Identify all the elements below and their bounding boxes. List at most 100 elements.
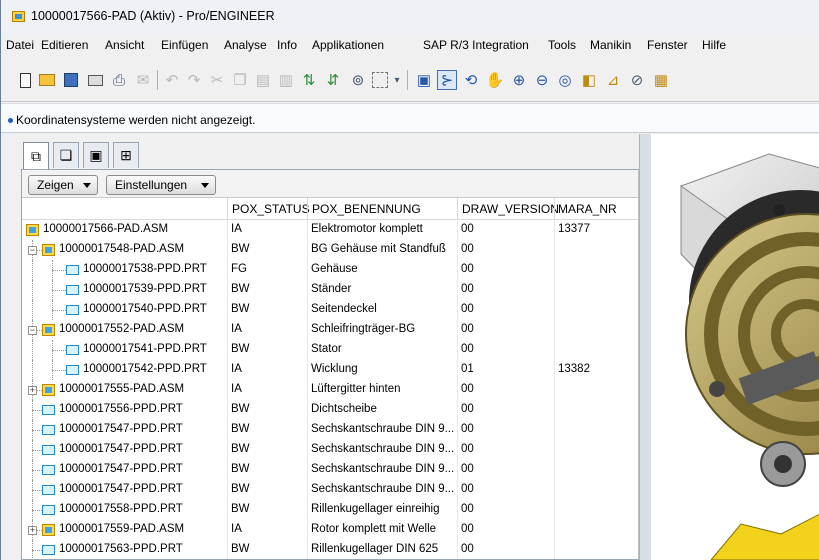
new-icon[interactable] xyxy=(15,70,35,90)
table-row[interactable]: +10000017555-PAD.ASM IA Lüftergitter hinte… xyxy=(22,380,638,400)
row-name: 10000017566-PAD.ASM xyxy=(43,223,169,235)
redo-icon[interactable]: ↷ xyxy=(184,70,204,90)
row-draw-version: 00 xyxy=(461,423,474,435)
panel-splitter[interactable] xyxy=(639,134,651,560)
menu-manikin[interactable]: Manikin xyxy=(590,38,631,52)
table-row[interactable]: +10000017559-PAD.ASM IA Rotor komplett mit… xyxy=(22,520,638,540)
table-row[interactable]: 10000017563-PPD.PRT BW Rillenkugellager DI… xyxy=(22,540,638,559)
table-row[interactable]: 10000017547-PPD.PRT BW Sechskantschraube D… xyxy=(22,420,638,440)
navigator-tabs: ⧉ ❏ ▣ ⊞ xyxy=(1,134,641,169)
copy-icon[interactable]: ❐ xyxy=(230,70,250,90)
row-draw-version: 00 xyxy=(461,263,474,275)
spin-center-icon[interactable]: ⊱ xyxy=(437,70,457,90)
undo-icon[interactable]: ↶ xyxy=(162,70,182,90)
send-icon[interactable]: ⎙ xyxy=(109,70,129,90)
model-3d-view[interactable] xyxy=(651,134,819,560)
model-tree-icon[interactable]: ⧉ xyxy=(23,142,49,169)
table-row[interactable]: 10000017541-PPD.PRT BW Stator 00 xyxy=(22,340,638,360)
regenerate-manager-icon[interactable]: ⇵ xyxy=(323,70,343,90)
favorites-icon[interactable]: ▣ xyxy=(83,142,109,168)
menu-sap-integration[interactable]: SAP R/3 Integration xyxy=(423,38,529,52)
table-row[interactable]: 10000017538-PPD.PRT FG Gehäuse 00 xyxy=(22,260,638,280)
folder-browser-icon[interactable]: ❏ xyxy=(53,142,79,168)
pan-icon[interactable]: ✋ xyxy=(485,70,505,90)
row-draw-version: 00 xyxy=(461,503,474,515)
settings-button[interactable]: Einstellungen xyxy=(106,175,216,195)
paste-icon[interactable]: ▤ xyxy=(253,70,273,90)
zoom-out-icon[interactable]: ⊖ xyxy=(532,70,552,90)
expand-icon[interactable]: + xyxy=(28,386,37,395)
row-pox-benennung: Rillenkugellager DIN 625 xyxy=(311,543,439,555)
row-name: 10000017547-PPD.PRT xyxy=(59,443,183,455)
row-pox-status: BW xyxy=(231,483,250,495)
open-icon[interactable] xyxy=(37,70,57,90)
expand-icon[interactable]: + xyxy=(28,526,37,535)
datum-axes-icon[interactable]: ⊿ xyxy=(603,70,623,90)
row-pox-benennung: Sechskantschraube DIN 9... xyxy=(311,443,455,455)
menu-ansicht[interactable]: Ansicht xyxy=(105,38,144,52)
save-icon[interactable] xyxy=(61,70,81,90)
menu-datei[interactable]: Datei xyxy=(6,38,34,52)
refit-icon[interactable]: ◎ xyxy=(555,70,575,90)
select-box-icon[interactable] xyxy=(370,70,390,90)
cut-icon[interactable]: ✂ xyxy=(207,70,227,90)
collapse-icon[interactable]: − xyxy=(28,246,37,255)
csys-icon[interactable]: ▦ xyxy=(651,70,671,90)
row-pox-benennung: Sechskantschraube DIN 9... xyxy=(311,423,455,435)
row-draw-version: 00 xyxy=(461,543,474,555)
table-row[interactable]: 10000017547-PPD.PRT BW Sechskantschraube D… xyxy=(22,440,638,460)
table-row[interactable]: 10000017566-PAD.ASM IA Elektromotor komple… xyxy=(22,220,638,240)
row-name: 10000017542-PPD.PRT xyxy=(83,363,207,375)
show-button[interactable]: Zeigen xyxy=(28,175,98,195)
table-row[interactable]: 10000017547-PPD.PRT BW Sechskantschraube D… xyxy=(22,460,638,480)
row-draw-version: 00 xyxy=(461,243,474,255)
orient-icon[interactable]: ⟲ xyxy=(461,70,481,90)
select-dropdown-icon[interactable]: ▾ xyxy=(391,70,403,90)
table-row[interactable]: 10000017542-PPD.PRT IA Wicklung 01 13382 xyxy=(22,360,638,380)
menu-einfuegen[interactable]: Einfügen xyxy=(161,38,208,52)
row-pox-status: BW xyxy=(231,423,250,435)
row-name: 10000017563-PPD.PRT xyxy=(59,543,183,555)
model-tree-toolbar: Zeigen Einstellungen xyxy=(22,170,638,198)
menu-editieren[interactable]: Editieren xyxy=(41,38,88,52)
row-name: 10000017559-PAD.ASM xyxy=(59,523,185,535)
model-tree-panel: Zeigen Einstellungen POX_STATUS POX_BENE… xyxy=(21,169,639,560)
table-row[interactable]: − 10000017548-PAD.ASM BW BG Gehäuse mit Sta… xyxy=(22,240,638,260)
table-row[interactable]: 10000017540-PPD.PRT BW Seitendeckel 00 xyxy=(22,300,638,320)
collapse-icon[interactable]: − xyxy=(28,326,37,335)
paste-special-icon[interactable]: ▥ xyxy=(276,70,296,90)
datum-planes-icon[interactable]: ◧ xyxy=(579,70,599,90)
menu-tools[interactable]: Tools xyxy=(548,38,576,52)
connections-icon[interactable]: ⊞ xyxy=(113,142,139,168)
left-strip xyxy=(1,169,21,560)
col-draw-version[interactable]: DRAW_VERSION xyxy=(462,202,559,216)
row-pox-benennung: Lüftergitter hinten xyxy=(311,383,401,395)
col-mara-nr[interactable]: MARA_NR xyxy=(558,202,617,216)
menu-fenster[interactable]: Fenster xyxy=(647,38,688,52)
menu-applikationen[interactable]: Applikationen xyxy=(312,38,384,52)
table-row[interactable]: 10000017547-PPD.PRT BW Sechskantschraube D… xyxy=(22,480,638,500)
regenerate-icon[interactable]: ⇅ xyxy=(299,70,319,90)
col-pox-benennung[interactable]: POX_BENENNUNG xyxy=(312,202,421,216)
table-row[interactable]: 10000017558-PPD.PRT BW Rillenkugellager ei… xyxy=(22,500,638,520)
title-bar[interactable]: 10000017566-PAD (Aktiv) - Pro/ENGINEER xyxy=(1,0,819,34)
menu-hilfe[interactable]: Hilfe xyxy=(702,38,726,52)
menu-analyse[interactable]: Analyse xyxy=(224,38,267,52)
col-pox-status[interactable]: POX_STATUS xyxy=(232,202,310,216)
mail-icon[interactable]: ✉ xyxy=(133,70,153,90)
row-name: 10000017552-PAD.ASM xyxy=(59,323,185,335)
table-row[interactable]: 10000017539-PPD.PRT BW Ständer 00 xyxy=(22,280,638,300)
print-icon[interactable] xyxy=(85,70,105,90)
row-pox-benennung: Stator xyxy=(311,343,342,355)
table-row[interactable]: − 10000017552-PAD.ASM IA Schleifringträger-… xyxy=(22,320,638,340)
table-row[interactable]: 10000017556-PPD.PRT BW Dichtscheibe 00 xyxy=(22,400,638,420)
menu-info[interactable]: Info xyxy=(277,38,297,52)
row-pox-status: BW xyxy=(231,403,250,415)
assembly-icon xyxy=(42,324,55,336)
find-icon[interactable]: ⊚ xyxy=(348,70,368,90)
row-pox-benennung: Rillenkugellager einreihig xyxy=(311,503,440,515)
zoom-in-icon[interactable]: ⊕ xyxy=(509,70,529,90)
graphics-area[interactable] xyxy=(651,134,819,560)
datum-points-icon[interactable]: ⊘ xyxy=(627,70,647,90)
repaint-icon[interactable]: ▣ xyxy=(414,70,434,90)
